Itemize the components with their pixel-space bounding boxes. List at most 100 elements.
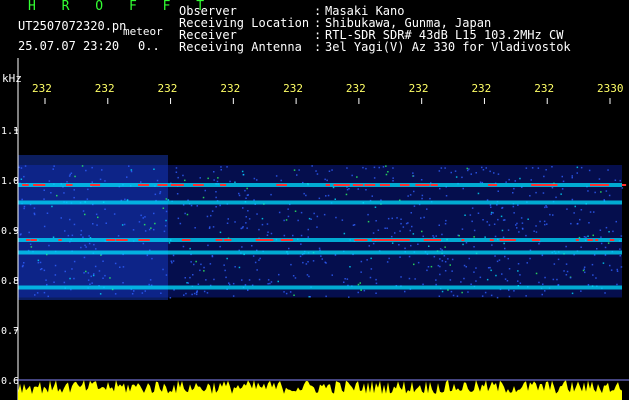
x-tick-label: 232: [158, 82, 178, 95]
noise-speck: [592, 274, 594, 276]
noise-speck: [23, 262, 25, 264]
noise-speck: [571, 198, 574, 201]
noise-speck: [593, 211, 595, 213]
noise-speck: [561, 175, 563, 178]
noise-speck: [537, 167, 540, 169]
noise-speck: [63, 281, 66, 284]
noise-speck: [160, 292, 162, 294]
noise-speck: [422, 235, 424, 238]
noise-speck: [244, 284, 247, 286]
signal-hot-segment: [352, 184, 364, 186]
noise-speck: [370, 257, 372, 260]
noise-speck: [489, 266, 491, 269]
noise-speck: [362, 166, 364, 169]
noise-speck: [500, 215, 503, 218]
noise-speck: [91, 181, 93, 183]
noise-speck: [73, 196, 75, 199]
noise-speck: [225, 276, 227, 279]
noise-speck: [517, 280, 519, 282]
noise-speck: [275, 175, 278, 177]
noise-speck: [496, 296, 499, 299]
noise-speck: [520, 217, 523, 219]
noise-speck: [619, 248, 621, 250]
noise-speck: [458, 234, 460, 237]
noise-speck: [327, 194, 330, 197]
noise-speck: [197, 283, 200, 285]
noise-speck: [23, 205, 26, 208]
noise-speck: [444, 167, 446, 169]
noise-speck: [203, 270, 205, 272]
noise-speck: [489, 170, 491, 173]
noise-speck: [283, 291, 285, 293]
noise-speck: [92, 274, 95, 277]
noise-speck: [488, 224, 491, 226]
noise-speck: [48, 180, 51, 182]
noise-speck: [144, 230, 147, 232]
noise-speck: [234, 181, 236, 183]
noise-speck: [369, 276, 372, 279]
noise-speck: [246, 227, 248, 229]
noise-speck: [539, 220, 541, 223]
noise-speck: [482, 219, 484, 221]
noise-speck: [266, 234, 269, 236]
noise-speck: [471, 220, 473, 223]
noise-speck: [316, 173, 319, 175]
noise-speck: [241, 246, 243, 248]
noise-speck: [321, 258, 323, 260]
noise-speck: [356, 176, 358, 178]
noise-speck: [215, 191, 217, 193]
noise-speck: [64, 230, 66, 232]
spectrogram: 1.1 1.0 0.9 0.8 0.7 0.6 232 232 232 232 232 232 232 2…: [1, 58, 629, 400]
noise-speck: [318, 247, 321, 250]
noise-speck: [165, 219, 167, 222]
noise-speck: [427, 266, 430, 268]
noise-speck: [318, 197, 321, 200]
noise-speck: [159, 192, 161, 195]
noise-speck: [141, 292, 144, 294]
noise-speck: [571, 175, 573, 177]
noise-speck: [444, 223, 447, 225]
noise-speck: [248, 218, 251, 220]
noise-speck: [535, 191, 537, 194]
noise-speck: [454, 170, 457, 172]
noise-speck: [388, 257, 390, 260]
noise-speck: [571, 292, 574, 295]
noise-speck: [211, 210, 214, 212]
noise-speck: [490, 294, 493, 297]
noise-speck: [609, 264, 611, 267]
noise-speck: [73, 189, 75, 191]
file-name: UT2507072320.pn: [18, 19, 127, 33]
noise-speck: [270, 193, 272, 196]
noise-speck: [372, 232, 375, 234]
noise-speck: [569, 277, 572, 279]
signal-hot-segment: [379, 239, 388, 241]
noise-speck: [245, 222, 247, 224]
y-tick-label: 1.0: [1, 176, 19, 187]
noise-speck: [484, 291, 487, 294]
noise-speck: [353, 224, 356, 226]
noise-speck: [344, 278, 346, 280]
noise-speck: [200, 263, 202, 266]
noise-speck: [73, 260, 76, 263]
noise-speck: [69, 277, 71, 280]
noise-speck: [226, 222, 229, 224]
noise-speck: [234, 221, 236, 223]
noise-speck: [544, 276, 546, 279]
y-tick-label: 0.9: [1, 226, 19, 237]
noise-speck: [206, 292, 209, 294]
noise-speck: [374, 206, 377, 208]
noise-speck: [220, 169, 222, 171]
noise-speck: [542, 283, 544, 285]
noise-speck: [467, 169, 469, 172]
y-tick-label: 1.1: [1, 126, 19, 137]
noise-speck: [481, 295, 484, 297]
noise-speck: [571, 176, 573, 179]
noise-speck: [267, 283, 269, 285]
noise-speck: [375, 278, 377, 281]
noise-speck: [335, 216, 337, 219]
noise-speck: [84, 213, 86, 216]
noise-speck: [490, 206, 492, 208]
noise-speck: [360, 289, 362, 291]
noise-speck: [445, 195, 448, 197]
noise-speck: [501, 206, 504, 209]
